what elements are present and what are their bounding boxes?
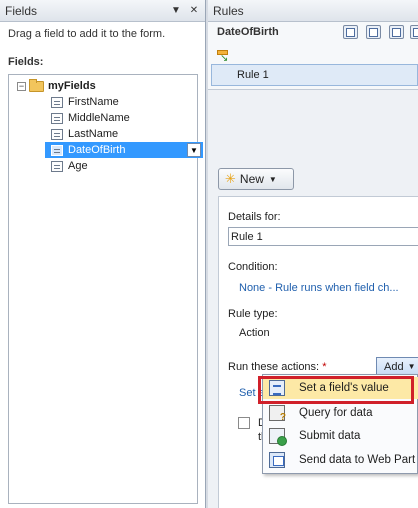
tree-item-label: MiddleName (68, 112, 130, 124)
rules-pane-header: Rules (208, 0, 418, 22)
field-icon (51, 96, 63, 108)
folder-icon (29, 78, 44, 92)
dont-run-remaining-checkbox[interactable] (238, 417, 250, 429)
fields-pane-title: Fields (5, 3, 38, 18)
tree-item-age[interactable]: Age (51, 158, 88, 174)
run-actions-text: Run these actions: (228, 361, 320, 373)
field-icon (51, 144, 63, 156)
rules-pane-title: Rules (213, 3, 244, 18)
chevron-down-icon: ▼ (407, 362, 416, 371)
rule-list-item[interactable]: Rule 1 (211, 64, 418, 86)
close-icon[interactable]: ✕ (187, 4, 201, 18)
new-rule-button[interactable]: ✳ New ▼ (218, 168, 294, 190)
rules-list-area: DateOfBirth ↘ Rule 1 (208, 22, 418, 90)
rule-type-value: Action (239, 327, 270, 339)
fields-pane: Fields ▼ ✕ Drag a field to add it to the… (0, 0, 206, 508)
tree-item-label: FirstName (68, 96, 119, 108)
menu-item-send-to-web-part[interactable]: Send data to Web Part (263, 449, 418, 471)
tree-item-lastname[interactable]: LastName (51, 126, 118, 142)
collapse-icon[interactable]: − (17, 82, 26, 91)
menu-item-label: Send data to Web Part (299, 454, 416, 466)
pane-menu-icon[interactable]: ▼ (169, 4, 183, 18)
menu-item-label: Submit data (299, 430, 361, 442)
manage-rules-icon[interactable] (389, 25, 404, 39)
tree-item-dateofbirth[interactable]: DateOfBirth ▼ (45, 142, 203, 158)
chevron-down-icon: ▼ (268, 174, 277, 184)
copy-rule-icon[interactable] (343, 25, 358, 39)
field-icon (51, 160, 63, 172)
tree-item-firstname[interactable]: FirstName (51, 94, 119, 110)
rule-icon: ↘ (216, 49, 230, 64)
menu-item-query-for-data[interactable]: Query for data (263, 402, 418, 424)
rule-name-input[interactable] (228, 227, 418, 246)
menu-item-submit-data[interactable]: Submit data (263, 425, 418, 447)
delete-rule-icon[interactable] (410, 25, 418, 39)
field-icon (51, 128, 63, 140)
query-data-icon (269, 405, 286, 423)
rule-target-field: DateOfBirth (217, 26, 279, 38)
tree-item-label: Age (68, 160, 88, 172)
add-button-label: Add (384, 360, 404, 373)
web-part-icon (269, 452, 285, 468)
run-actions-label: Run these actions: * (228, 361, 326, 373)
rule-type-label: Rule type: (228, 308, 278, 320)
condition-link[interactable]: None - Rule runs when field ch... (239, 282, 399, 294)
required-marker: * (322, 361, 327, 373)
tree-root-myfields[interactable]: myFields (29, 78, 96, 94)
chevron-down-icon[interactable]: ▼ (187, 143, 201, 157)
callout-highlight-box (258, 376, 414, 404)
tree-item-label: LastName (68, 128, 119, 140)
tree-item-middlename[interactable]: MiddleName (51, 110, 130, 126)
tree-root-label: myFields (48, 80, 96, 92)
paste-rule-icon[interactable] (366, 25, 381, 39)
fields-tree: − myFields FirstName MiddleName LastName… (8, 74, 203, 504)
fields-pane-header: Fields ▼ ✕ (0, 0, 205, 22)
new-button-label: New (239, 172, 264, 186)
menu-item-label: Query for data (299, 407, 373, 419)
tree-item-label: DateOfBirth (68, 144, 126, 156)
submit-data-icon (269, 428, 287, 446)
field-icon (51, 112, 63, 124)
details-for-label: Details for: (228, 211, 281, 223)
fields-hint: Drag a field to add it to the form. (8, 28, 166, 40)
condition-label: Condition: (228, 261, 278, 273)
fields-label: Fields: (8, 56, 44, 68)
new-star-icon: ✳ (225, 171, 236, 186)
